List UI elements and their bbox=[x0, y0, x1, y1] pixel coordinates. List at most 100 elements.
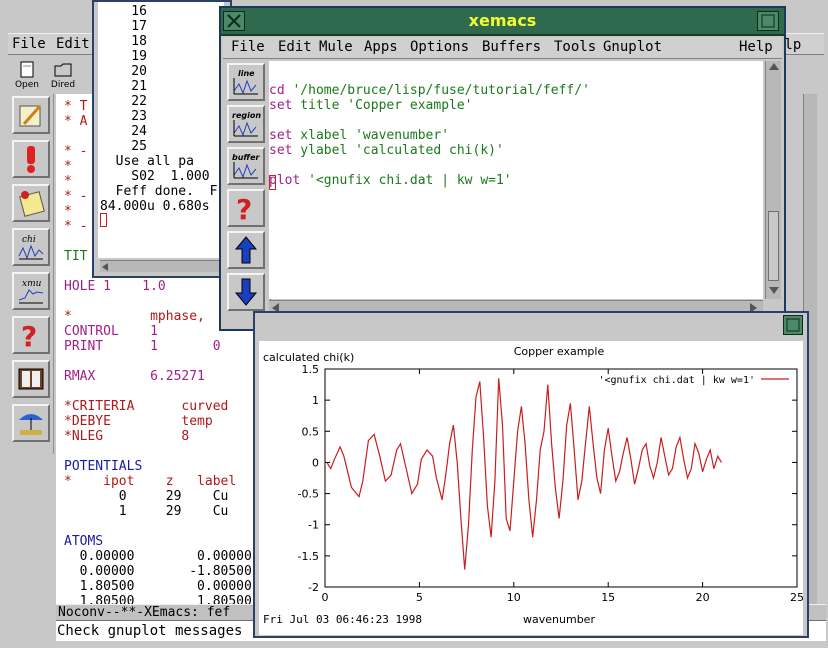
buffer-line: 0 29 Cu bbox=[64, 489, 229, 504]
feff-output-line: 20 bbox=[100, 64, 147, 79]
xmu-plot-icon: xmu bbox=[18, 279, 44, 304]
xemacs-title-bar[interactable]: xemacs bbox=[221, 8, 784, 36]
bg-toolbar-top: Open Dired bbox=[8, 56, 98, 94]
code-argument: ylabel 'calculated chi(k)' bbox=[292, 143, 504, 158]
feff-output-line: 25 bbox=[100, 139, 147, 154]
menu-gnuplot[interactable]: Gnuplot bbox=[603, 39, 662, 55]
gnuplot-maximize-button[interactable] bbox=[783, 315, 803, 335]
bg-menu-edit[interactable]: Edit bbox=[56, 36, 90, 52]
scroll-up-arrow-icon[interactable] bbox=[769, 63, 779, 70]
dired-button[interactable]: Dired bbox=[46, 58, 80, 92]
chart-title: Copper example bbox=[514, 345, 605, 358]
buffer-line: 1.80500 0.00000 bbox=[64, 579, 252, 594]
menu-tools[interactable]: Tools bbox=[554, 39, 596, 55]
code-argument: '/home/bruce/lisp/fuse/tutorial/feff/' bbox=[284, 83, 590, 98]
plot-timestamp: Fri Jul 03 06:46:23 1998 bbox=[263, 613, 422, 626]
feff-output-text[interactable]: 16 17 18 19 20 21 22 23 24 25 Use all pa… bbox=[98, 2, 224, 258]
plot-line-button[interactable]: line bbox=[227, 63, 265, 101]
menu-file[interactable]: File bbox=[231, 39, 265, 55]
exclamation-icon bbox=[27, 146, 35, 173]
x-tick-label: 15 bbox=[601, 591, 615, 604]
buffer-line: POTENTIALS bbox=[64, 459, 143, 474]
y-tick-label: 0.5 bbox=[302, 425, 320, 438]
bg-chi-button[interactable]: chi bbox=[12, 228, 50, 266]
bg-edit-button[interactable] bbox=[12, 96, 50, 134]
help-question-icon: ? bbox=[236, 193, 252, 223]
feff-output-line: 16 bbox=[100, 4, 147, 19]
menu-edit[interactable]: Edit bbox=[278, 39, 312, 55]
buffer-plot-icon: buffer bbox=[232, 153, 261, 179]
bg-alert-button[interactable] bbox=[12, 140, 50, 178]
bg-beach-button[interactable] bbox=[12, 404, 50, 442]
buffer-line: *CRITERIA curved bbox=[64, 399, 229, 414]
menu-options[interactable]: Options bbox=[410, 39, 469, 55]
bg-book-button[interactable] bbox=[12, 360, 50, 398]
window-maximize-button[interactable] bbox=[757, 11, 779, 31]
xmu-icon-label: xmu bbox=[22, 279, 42, 289]
buffer-line: PRINT 1 0 bbox=[64, 339, 221, 354]
open-button[interactable]: Open bbox=[10, 58, 44, 92]
gnuplot-help-button[interactable]: ? bbox=[227, 189, 265, 227]
chi-icon-label: chi bbox=[22, 235, 36, 245]
feff-output-line: 17 bbox=[100, 19, 147, 34]
bg-xmu-button[interactable]: xmu bbox=[12, 272, 50, 310]
x-axis-label: wavenumber bbox=[523, 613, 595, 626]
buffer-line: ATOMS bbox=[64, 534, 104, 549]
plot-region-button[interactable]: region bbox=[227, 105, 265, 143]
notepad-icon bbox=[19, 191, 45, 217]
feff-output-line: 24 bbox=[100, 124, 147, 139]
y-tick-label: 0 bbox=[312, 456, 319, 469]
x-tick-label: 25 bbox=[790, 591, 803, 604]
pencil-edit-icon bbox=[19, 105, 42, 127]
menu-buffers[interactable]: Buffers bbox=[482, 39, 541, 55]
feff-cursor bbox=[100, 213, 107, 227]
maximize-icon bbox=[786, 318, 800, 332]
xemacs-menubar: File Edit Mule Apps Options Buffers Tool… bbox=[223, 37, 782, 59]
editor-vertical-scrollbar[interactable] bbox=[765, 61, 781, 299]
code-argument: title 'Copper example' bbox=[292, 98, 473, 113]
gnuplot-toolbar: line region buffer ? bbox=[223, 61, 271, 329]
buffer-line: HOLE 1 1.0 bbox=[64, 279, 166, 294]
legend-label: '<gnufix chi.dat | kw w=1' bbox=[598, 375, 755, 386]
plot-buffer-button[interactable]: buffer bbox=[227, 147, 265, 185]
code-keyword: cd bbox=[269, 83, 285, 98]
buffer-line: 0.00000 0.00000 bbox=[64, 549, 252, 564]
code-argument: xlabel 'wavenumber' bbox=[292, 128, 450, 143]
scroll-left-icon[interactable] bbox=[102, 263, 108, 271]
bg-help-button[interactable]: ? bbox=[12, 316, 50, 354]
xemacs-gnuplot-window: xemacs File Edit Mule Apps Options Buffe… bbox=[219, 6, 786, 331]
feff-output-line: 19 bbox=[100, 49, 147, 64]
feff-output-line: 23 bbox=[100, 109, 147, 124]
bg-notes-button[interactable] bbox=[12, 184, 50, 222]
menu-help[interactable]: Help bbox=[739, 39, 773, 55]
gnuplot-script-editor[interactable]: cd '/home/bruce/lisp/fuse/tutorial/feff/… bbox=[269, 61, 763, 299]
svg-text:?: ? bbox=[21, 320, 37, 350]
bg-menu-file[interactable]: File bbox=[12, 36, 46, 52]
code-keyword: set bbox=[269, 98, 293, 113]
code-line: cd '/home/bruce/lisp/fuse/tutorial/feff/… bbox=[269, 83, 590, 98]
open-label: Open bbox=[14, 80, 40, 90]
menu-mule[interactable]: Mule bbox=[319, 39, 353, 55]
maximize-icon bbox=[761, 14, 775, 28]
scrollbar-thumb[interactable] bbox=[768, 211, 779, 281]
scroll-up-button[interactable] bbox=[227, 231, 265, 269]
modeline-text: Noconv--**-XEmacs: fef bbox=[58, 605, 231, 620]
plot-frame bbox=[324, 368, 798, 588]
gnuplot-plot-area: calculated chi(k) Copper example wavenum… bbox=[259, 341, 804, 635]
feff-horizontal-scrollbar[interactable] bbox=[100, 260, 226, 272]
scroll-down-arrow-icon[interactable] bbox=[769, 287, 779, 294]
buffer-line: 0.00000 -1.80500 bbox=[64, 564, 252, 579]
menu-apps[interactable]: Apps bbox=[364, 39, 398, 55]
book-icon bbox=[18, 368, 44, 390]
buffer-line: * A bbox=[64, 114, 88, 129]
buffer-line: * - bbox=[64, 144, 88, 159]
code-line: set title 'Copper example' bbox=[269, 98, 473, 113]
scroll-down-button[interactable] bbox=[227, 273, 265, 311]
y-tick-label: 1 bbox=[312, 394, 319, 407]
buffer-line: CONTROL 1 bbox=[64, 324, 158, 339]
feff-output-line: 84.000u 0.680s bbox=[100, 199, 210, 214]
minibuffer-text: Check gnuplot messages bbox=[57, 623, 243, 639]
beach-icon bbox=[19, 414, 43, 435]
y-tick-label: -1 bbox=[308, 519, 319, 532]
line-icon-label: line bbox=[238, 69, 255, 78]
